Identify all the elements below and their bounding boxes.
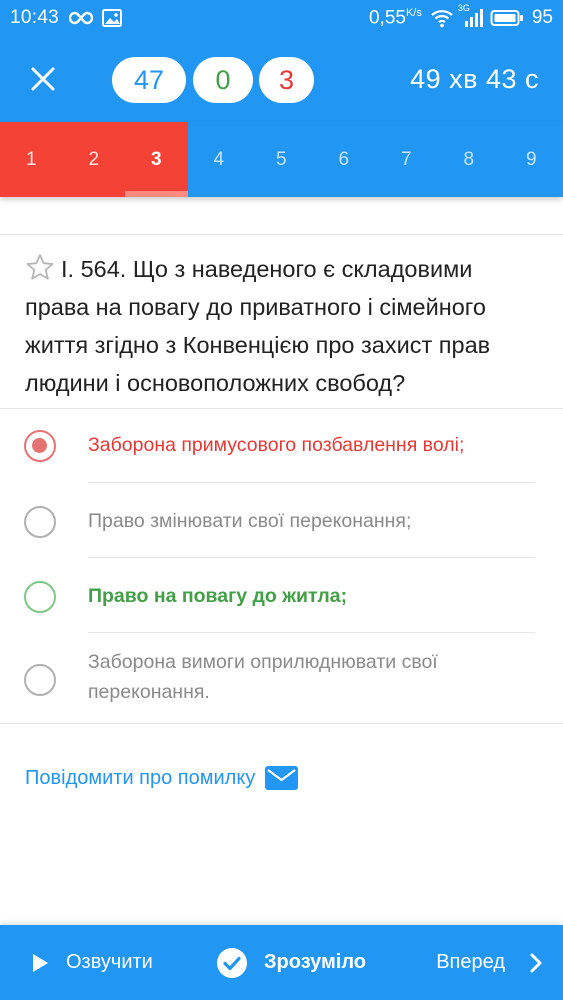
timer: 49 хв 43 с <box>410 64 539 94</box>
radio-button[interactable] <box>24 581 56 613</box>
app-screen: 10:43 0,55K/s 3G 95 47 0 3 49 хв 43 с 1 … <box>0 0 563 1000</box>
tab-question-7[interactable]: 7 <box>375 122 438 197</box>
mail-icon <box>265 766 299 790</box>
status-bar: 10:43 0,55K/s 3G 95 <box>0 0 563 36</box>
infinity-icon <box>68 7 94 29</box>
tab-question-1[interactable]: 1 <box>0 122 63 197</box>
play-icon <box>33 953 48 972</box>
battery-level: 95 <box>531 7 553 29</box>
answer-option-1[interactable]: Заборона примусового позбавлення волі; <box>0 408 563 483</box>
understood-label: Зрозуміло <box>264 951 367 973</box>
answer-text: Заборона вимоги оприлюднювати свої перек… <box>88 651 438 703</box>
speak-label: Озвучити <box>66 951 153 973</box>
wifi-icon <box>430 7 453 29</box>
close-button[interactable] <box>22 58 64 100</box>
answer-option-2[interactable]: Право змінювати свої переконання; <box>0 483 563 558</box>
radio-button[interactable] <box>24 430 56 462</box>
image-icon <box>101 7 123 29</box>
tab-question-9[interactable]: 9 <box>500 122 563 197</box>
question-tabs: 1 2 3 4 5 6 7 8 9 <box>0 122 563 197</box>
radio-button[interactable] <box>24 506 56 538</box>
divider <box>0 723 563 724</box>
answer-text: Право змінювати свої переконання; <box>88 510 412 532</box>
chevron-right-icon <box>530 953 542 972</box>
answer-option-3[interactable]: Право на повагу до житла; <box>0 558 563 633</box>
network-type: 3G <box>457 3 470 14</box>
app-bar: 47 0 3 49 хв 43 с <box>0 36 563 122</box>
divider <box>0 234 563 235</box>
tab-question-5[interactable]: 5 <box>250 122 313 197</box>
network-speed: 0,55K/s <box>368 7 422 29</box>
battery-icon <box>490 7 524 29</box>
active-tab-indicator <box>125 191 188 197</box>
tab-question-8[interactable]: 8 <box>438 122 501 197</box>
radio-button[interactable] <box>24 664 56 696</box>
tab-question-4[interactable]: 4 <box>188 122 251 197</box>
answer-option-4[interactable]: Заборона вимоги оприлюднювати свої перек… <box>0 633 563 723</box>
status-time: 10:43 <box>10 7 60 28</box>
understood-button[interactable]: Зрозуміло <box>216 925 366 1000</box>
speak-button[interactable]: Озвучити <box>30 925 153 1000</box>
tab-question-6[interactable]: 6 <box>313 122 376 197</box>
next-button[interactable]: Вперед <box>436 925 543 1000</box>
report-error-label: Повідомити про помилку <box>25 766 256 789</box>
report-error-link[interactable]: Повідомити про помилку <box>25 766 299 790</box>
correct-answers-badge: 0 <box>193 57 253 103</box>
answer-text: Заборона примусового позбавлення волі; <box>88 434 465 456</box>
favorite-star-icon[interactable] <box>25 253 55 281</box>
tab-question-3[interactable]: 3 <box>125 122 188 197</box>
wrong-answers-badge: 3 <box>259 57 314 103</box>
cellular-signal-icon: 3G <box>458 3 483 29</box>
question-text-block: І. 564. Що з наведеного є складовими пра… <box>25 250 540 402</box>
next-label: Вперед <box>436 951 505 973</box>
question-text: І. 564. Що з наведеного є складовими пра… <box>25 256 491 396</box>
total-questions-badge: 47 <box>112 57 186 103</box>
tab-question-2[interactable]: 2 <box>62 122 125 197</box>
close-icon <box>31 67 55 91</box>
check-circle-icon <box>217 947 247 978</box>
bottom-bar: Озвучити Зрозуміло Вперед <box>0 925 563 1000</box>
answer-text: Право на повагу до житла; <box>88 585 348 607</box>
